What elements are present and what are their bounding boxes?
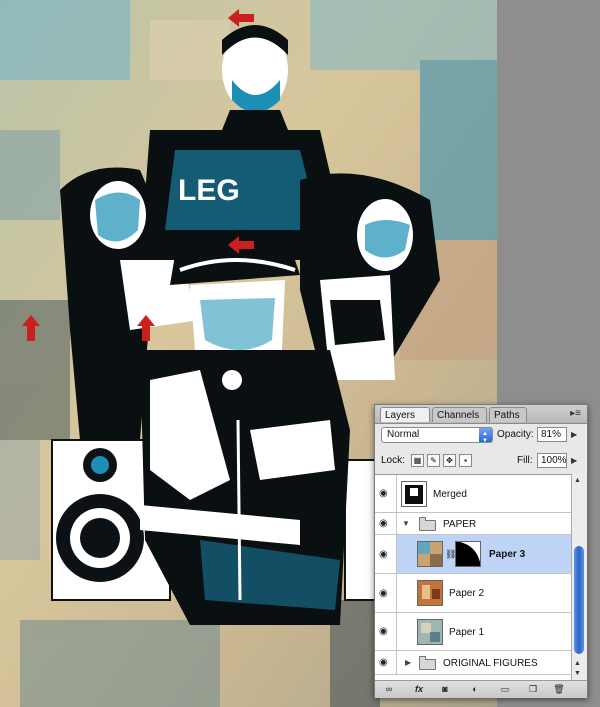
lock-transparency-icon[interactable]: ▦: [411, 454, 424, 467]
fill-value: 100%: [541, 455, 567, 466]
arrow-up-icon: [137, 315, 155, 341]
layer-name: Paper 3: [489, 549, 526, 560]
eye-icon[interactable]: ◉: [379, 550, 393, 560]
layer-mask-thumbnail[interactable]: [455, 541, 481, 567]
layer-list-scrollbar[interactable]: ▲ ▲ ▼: [571, 474, 586, 680]
opacity-dropdown-icon[interactable]: ▶: [571, 430, 577, 439]
layer-thumbnail: [417, 619, 443, 645]
tab-channels-label: Channels: [437, 410, 480, 421]
layer-row-paper-group[interactable]: ◉ ▼ PAPER: [375, 513, 571, 535]
scroll-thumb[interactable]: [574, 546, 584, 654]
eye-icon[interactable]: ◉: [379, 589, 393, 599]
lock-position-icon[interactable]: ✥: [443, 454, 456, 467]
blend-mode-select[interactable]: Normal: [381, 427, 493, 448]
folder-icon: [419, 517, 436, 531]
new-group-icon[interactable]: ▭: [497, 683, 513, 696]
group-name: ORIGINAL FIGURES: [443, 658, 538, 669]
lock-pixels-icon[interactable]: ✎: [427, 454, 440, 467]
eye-icon[interactable]: ◉: [379, 489, 393, 499]
tab-paths[interactable]: Paths: [489, 407, 527, 422]
layer-row-merged[interactable]: ◉ Merged: [375, 475, 571, 513]
layer-name: Merged: [433, 489, 467, 500]
layer-name: Paper 2: [449, 588, 485, 599]
collapse-triangle-icon[interactable]: ▶: [405, 658, 411, 667]
arrow-up-icon: [22, 315, 40, 341]
mask-icon[interactable]: ◙: [437, 683, 453, 696]
adjustment-icon[interactable]: ◐: [467, 683, 483, 696]
opacity-field[interactable]: 81%: [537, 427, 567, 442]
layer-name: Paper 1: [449, 627, 485, 638]
fill-label: Fill:: [517, 455, 533, 466]
scroll-down-icon[interactable]: ▼: [574, 670, 581, 677]
panel-menu-icon[interactable]: ▸≡: [570, 408, 581, 419]
panel-tab-bar: Layers✕ Channels Paths ▸≡: [375, 405, 587, 435]
opacity-label: Opacity:: [497, 429, 534, 440]
layer-row-paper-3[interactable]: ◉ ⛓ Paper 3: [375, 535, 571, 574]
tab-layers[interactable]: Layers✕: [380, 407, 430, 435]
layer-row-paper-1[interactable]: ◉ Paper 1: [375, 613, 571, 651]
group-name: PAPER: [443, 519, 477, 530]
layer-row-original-figures-group[interactable]: ◉ ▶ ORIGINAL FIGURES: [375, 651, 571, 675]
new-layer-icon[interactable]: ❐: [525, 683, 541, 696]
arrow-left-icon: [228, 236, 254, 254]
scroll-up-icon[interactable]: ▲: [574, 477, 581, 484]
layer-row-paper-2[interactable]: ◉ Paper 2: [375, 574, 571, 613]
opacity-value: 81%: [541, 429, 562, 440]
svg-text:LEG: LEG: [178, 174, 240, 207]
layer-thumbnail: [417, 541, 443, 567]
tab-paths-label: Paths: [494, 410, 520, 421]
eye-icon[interactable]: ◉: [379, 627, 393, 637]
tab-layers-label: Layers: [385, 410, 416, 421]
lock-all-icon[interactable]: ▪: [459, 454, 472, 467]
expand-triangle-icon[interactable]: ▼: [402, 519, 410, 528]
fill-field[interactable]: 100%: [537, 453, 567, 468]
eye-icon[interactable]: ◉: [379, 519, 393, 529]
panel-bottom-toolbar: ∞ fx ◙ ◐ ▭ ❐ 🗑: [375, 680, 587, 698]
eye-icon[interactable]: ◉: [379, 658, 393, 668]
blend-mode-value: Normal: [387, 429, 420, 440]
folder-icon: [419, 656, 436, 670]
layer-thumbnail: [401, 481, 427, 507]
tab-channels[interactable]: Channels: [432, 407, 487, 422]
layers-panel: Layers✕ Channels Paths ▸≡ Normal Opacity…: [374, 404, 588, 698]
layer-thumbnail: [417, 580, 443, 606]
arrow-left-icon: [228, 9, 254, 27]
scroll-up-icon[interactable]: ▲: [574, 660, 581, 667]
lock-label: Lock:: [381, 455, 405, 466]
trash-icon[interactable]: 🗑: [551, 683, 567, 696]
layer-list: ◉ Merged ◉ ▼ PAPER ◉ ⛓ Paper 3 ◉ Paper 2…: [375, 474, 571, 681]
select-stepper-icon: [479, 427, 492, 448]
fill-dropdown-icon[interactable]: ▶: [571, 456, 577, 465]
link-icon[interactable]: ∞: [381, 683, 397, 696]
fx-icon[interactable]: fx: [411, 683, 427, 696]
